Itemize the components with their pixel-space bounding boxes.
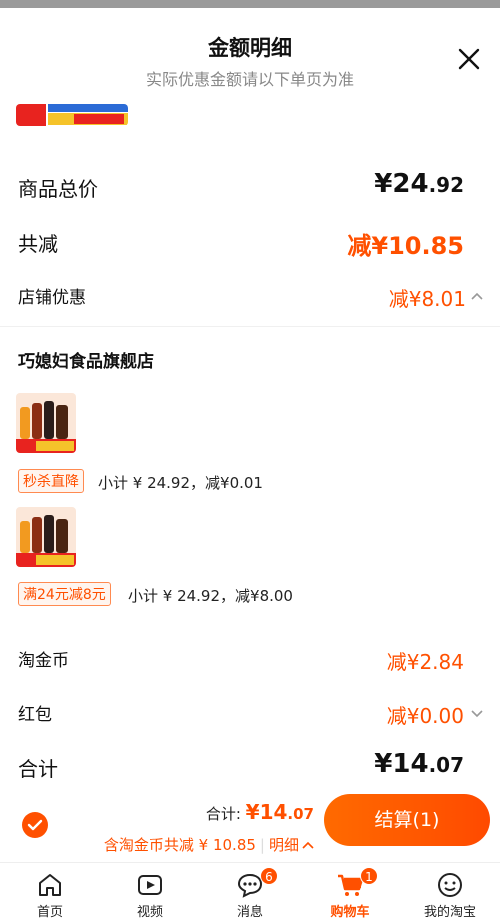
goods-total-value: ¥24.92 [374,169,464,199]
message-badge: 6 [260,867,278,885]
sheet-header: 金额明细 实际优惠金额请以下单页为准 [0,8,500,104]
video-icon [138,875,162,895]
cart-badge: 1 [360,867,378,885]
goods-total-label: 商品总价 [18,177,98,201]
tab-video[interactable]: 视频 [100,863,200,923]
check-icon [27,819,43,831]
sum-value: ¥14.07 [374,749,464,779]
amount-detail-sheet: 金额明细 实际优惠金额请以下单页为准 商品总价 ¥24.92 共减 减¥10.8… [0,8,500,923]
checkout-bar: 合计: ¥14.07 含淘金币共减 ¥ 10.85 | 明细 结算(1) [0,790,500,862]
promo-tag: 秒杀直降 [18,469,84,493]
checkout-total: 合计: ¥14.07 [205,800,314,824]
redpacket-label: 红包 [18,705,52,725]
product-thumbnail [16,507,76,567]
promo-tag: 满24元减8元 [18,582,111,606]
profile-icon [438,873,462,897]
total-reduce-value: 减¥10.85 [347,232,464,260]
tab-label: 消息 [236,905,263,920]
sum-label: 合计 [18,757,58,781]
chevron-down-icon[interactable] [470,706,484,720]
backdrop-overlay [0,0,500,8]
tab-label: 首页 [36,905,63,920]
tab-profile[interactable]: 我的淘宝 [400,863,500,923]
sheet-subtitle: 实际优惠金额请以下单页为准 [145,70,354,89]
total-reduce-label: 共减 [18,232,58,256]
store-discount-value[interactable]: 减¥8.01 [389,283,466,312]
tab-home[interactable]: 首页 [0,863,100,923]
sheet-title: 金额明细 [208,36,292,60]
tab-label: 购物车 [330,905,370,920]
tab-label: 视频 [136,905,163,920]
item-subtotal: 小计 ¥ 24.92，减¥8.00 [128,587,293,605]
item-subtotal: 小计 ¥ 24.92，减¥0.01 [98,474,263,492]
coin-label: 淘金币 [18,651,69,671]
chevron-up-icon[interactable] [470,289,484,303]
tab-cart[interactable]: 1 购物车 [300,863,400,923]
bottom-tab-bar: 首页 视频 6 消息 1 购物车 我的淘宝 [0,862,500,923]
product-thumbnail-partial [16,104,128,126]
product-thumbnail [16,393,76,453]
close-icon[interactable] [456,46,482,72]
store-name: 巧媳妇食品旗舰店 [18,352,154,372]
coin-summary[interactable]: 含淘金币共减 ¥ 10.85 | 明细 [104,834,314,855]
select-all-checkbox[interactable] [22,812,48,838]
detail-link: 明细 [268,836,299,854]
chevron-up-icon [302,841,314,849]
tab-label: 我的淘宝 [423,905,476,920]
store-discount-panel: 巧媳妇食品旗舰店 秒杀直降 小计 ¥ 24.92，减¥0.01 满24元减8元 … [0,326,500,626]
home-icon [39,874,61,896]
store-discount-label: 店铺优惠 [18,288,86,308]
checkout-button[interactable]: 结算(1) [324,794,490,846]
coin-value: 减¥2.84 [386,650,464,674]
redpacket-value[interactable]: 减¥0.00 [387,700,464,729]
tab-message[interactable]: 6 消息 [200,863,300,923]
